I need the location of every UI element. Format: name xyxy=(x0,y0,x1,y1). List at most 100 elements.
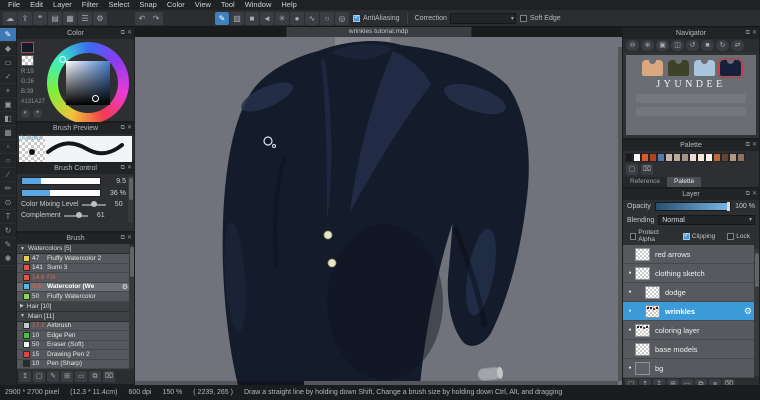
message-icon[interactable]: ▤ xyxy=(48,12,62,25)
close-panel-icon[interactable]: ✕ xyxy=(127,235,132,241)
detach-panel-icon[interactable]: ⧉ xyxy=(746,191,750,197)
palette-swatch[interactable] xyxy=(633,153,641,162)
gallery-icon[interactable]: ☰ xyxy=(78,12,92,25)
palette-swatch[interactable] xyxy=(625,153,633,162)
detach-panel-icon[interactable]: ⧉ xyxy=(746,30,750,36)
blur-tool-icon[interactable]: ▨ xyxy=(230,12,244,25)
brush-item[interactable]: 10 Edge Pen xyxy=(17,331,129,341)
duplicate-brush-icon[interactable]: ⧉ xyxy=(89,371,101,382)
menu-item[interactable]: Edit xyxy=(25,0,48,10)
palette-swatch[interactable] xyxy=(689,153,697,162)
brush-item[interactable]: 10 Pen (Sharp) xyxy=(17,360,129,370)
palette-swatch[interactable] xyxy=(665,153,673,162)
rotate-tool[interactable]: ↻ xyxy=(0,224,16,238)
menu-item[interactable]: Window xyxy=(240,0,277,10)
menu-item[interactable]: Tool xyxy=(216,0,240,10)
detach-panel-icon[interactable]: ⧉ xyxy=(121,235,125,241)
antialiasing-checkbox[interactable] xyxy=(353,15,360,22)
palette-swatch[interactable] xyxy=(681,153,689,162)
square-tool-icon[interactable]: ■ xyxy=(245,12,259,25)
layer-row[interactable]: base models xyxy=(623,340,754,359)
cloud-sync-icon[interactable]: ☁ xyxy=(3,12,17,25)
brush-tool-icon[interactable]: ✎ xyxy=(215,12,229,25)
brush-settings-icon[interactable]: ⊞ xyxy=(61,371,73,382)
close-panel-icon[interactable]: ✕ xyxy=(127,30,132,36)
color-wheel-mode-icon[interactable]: ◐ xyxy=(21,109,30,118)
snap-ellipse-icon[interactable]: ○ xyxy=(320,12,334,25)
detach-panel-icon[interactable]: ⧉ xyxy=(121,165,125,171)
brush-item[interactable]: 14.6 Fill xyxy=(17,273,129,283)
detach-panel-icon[interactable]: ⧉ xyxy=(121,30,125,36)
palette-swatch[interactable] xyxy=(737,153,745,162)
navigator-viewport[interactable]: JYUNDEE xyxy=(623,52,759,138)
snap-curve-icon[interactable]: ∿ xyxy=(305,12,319,25)
rotate-right-icon[interactable]: ↻ xyxy=(716,40,729,51)
menu-item[interactable]: Layer xyxy=(48,0,77,10)
layer-row[interactable]: ● dodge xyxy=(623,283,754,302)
snap-parallel-icon[interactable]: ◄ xyxy=(260,12,274,25)
color-bar-mode-icon[interactable]: ◓ xyxy=(33,109,42,118)
brush-item[interactable]: 17.1 Airbrush xyxy=(17,322,129,332)
layer-visibility-toggle[interactable]: ● xyxy=(625,327,635,333)
rotate-left-icon[interactable]: ↺ xyxy=(686,40,699,51)
group-arrow-icon[interactable]: ▶ xyxy=(20,303,24,309)
layer-row[interactable]: ● clothing sketch xyxy=(623,264,754,283)
menu-item[interactable]: View xyxy=(190,0,216,10)
comment-icon[interactable]: ❝ xyxy=(33,12,47,25)
brush-item[interactable]: 9.5 Watercolor (We ⚙ xyxy=(17,283,129,293)
eraser-tool[interactable]: ◆ xyxy=(0,42,16,56)
draw-tool[interactable]: ✏ xyxy=(0,182,16,196)
brush-group-header[interactable]: ▼ Watercolors [5] xyxy=(17,244,129,254)
line-tool[interactable]: ∕ xyxy=(0,168,16,182)
layer-visibility-toggle[interactable]: ● xyxy=(625,365,635,371)
palette-tab[interactable]: Palette xyxy=(667,177,701,187)
palette-swatch[interactable] xyxy=(657,153,665,162)
group-arrow-icon[interactable]: ▼ xyxy=(20,246,25,252)
palette-swatch[interactable] xyxy=(673,153,681,162)
select-ellipse-tool[interactable]: ○ xyxy=(0,154,16,168)
foreground-color-swatch[interactable] xyxy=(21,42,34,53)
brush-item[interactable]: 141 Sumi 3 xyxy=(17,264,129,274)
fill-tool[interactable]: ◧ xyxy=(0,112,16,126)
new-brush-icon[interactable]: ▢ xyxy=(33,371,45,382)
layer-visibility-toggle[interactable]: ● xyxy=(625,308,635,314)
soft-edge-checkbox[interactable] xyxy=(520,15,527,22)
zoom-in-icon[interactable]: ⊕ xyxy=(641,40,654,51)
detach-panel-icon[interactable]: ⧉ xyxy=(121,125,125,131)
text-tool[interactable]: T xyxy=(0,210,16,224)
brush-item[interactable]: 50 Eraser (Soft) xyxy=(17,341,129,351)
transparent-color-swatch[interactable] xyxy=(21,55,34,66)
sv-marker[interactable] xyxy=(92,95,99,102)
brush-item[interactable]: 50 Fluffy Watercolor xyxy=(17,292,129,302)
menu-item[interactable]: Select xyxy=(103,0,134,10)
redo-button[interactable]: ↷ xyxy=(149,12,163,25)
fit-view-icon[interactable]: ▣ xyxy=(656,40,669,51)
edit-brush-icon[interactable]: ✎ xyxy=(47,371,59,382)
palette-swatch[interactable] xyxy=(649,153,657,162)
menu-item[interactable]: Snap xyxy=(134,0,162,10)
color-mixing-slider[interactable] xyxy=(82,204,106,206)
brush-folder-icon[interactable]: ▭ xyxy=(75,371,87,382)
menu-item[interactable]: Filter xyxy=(77,0,104,10)
brush-list-scrollbar[interactable] xyxy=(129,246,134,368)
menu-item[interactable]: File xyxy=(3,0,25,10)
blending-select[interactable]: Normal xyxy=(658,215,755,225)
reset-rotation-icon[interactable]: ■ xyxy=(701,40,714,51)
layer-visibility-toggle[interactable]: ● xyxy=(625,289,635,295)
gradient-tool[interactable]: ▦ xyxy=(0,126,16,140)
layer-settings-gear-icon[interactable]: ⚙ xyxy=(744,306,752,317)
brush-item[interactable]: 15 Drawing Pen 2 xyxy=(17,350,129,360)
document-icon[interactable]: ▦ xyxy=(63,12,77,25)
layer-option-checkbox[interactable] xyxy=(727,233,734,240)
brush-item[interactable]: 47 Fluffy Watercolor 2 xyxy=(17,254,129,264)
palette-swatch[interactable] xyxy=(713,153,721,162)
picker-tool[interactable]: ⊙ xyxy=(0,196,16,210)
layer-row[interactable]: ● bg xyxy=(623,359,754,378)
zoom-out-icon[interactable]: ⊖ xyxy=(626,40,639,51)
snap-radial-icon[interactable]: ◎ xyxy=(335,12,349,25)
saturation-value-square[interactable] xyxy=(66,61,110,105)
select-tool[interactable]: ▭ xyxy=(0,56,16,70)
palette-tab[interactable]: Reference xyxy=(623,177,667,187)
palette-swatch[interactable] xyxy=(697,153,705,162)
pen-tool[interactable]: ✎ xyxy=(0,238,16,252)
